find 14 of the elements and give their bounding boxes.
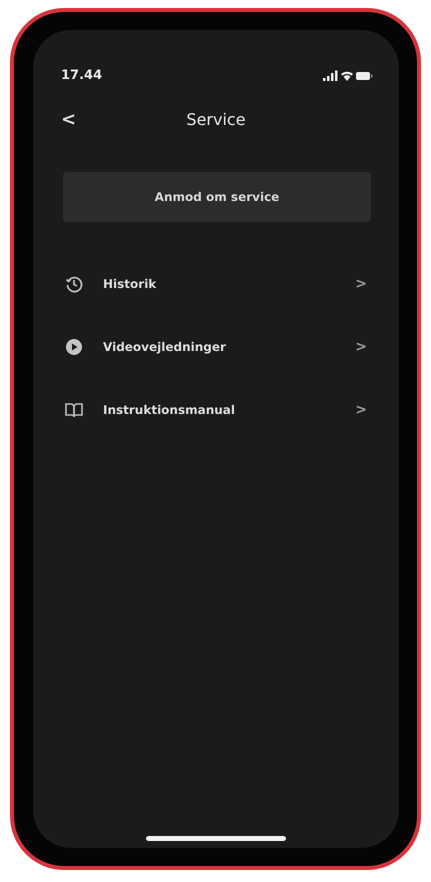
chevron-icon: > bbox=[355, 276, 367, 292]
menu-item-label[interactable]: Instruktionsmanual bbox=[103, 402, 356, 416]
request-service-button[interactable]: Anmod om service bbox=[63, 172, 371, 222]
chevron-icon: > bbox=[355, 402, 367, 418]
history-icon bbox=[65, 274, 83, 292]
chevron-icon: > bbox=[355, 338, 367, 354]
back-button[interactable]: < bbox=[59, 109, 76, 130]
book-icon bbox=[65, 402, 83, 418]
menu-item-label[interactable]: Videovejledninger bbox=[103, 340, 356, 354]
play-icon bbox=[65, 338, 83, 356]
menu-item-label[interactable]: Historik bbox=[103, 276, 356, 290]
page-title: Service bbox=[186, 110, 246, 129]
status-time: 17.44 bbox=[61, 68, 102, 83]
status-icons bbox=[323, 70, 373, 82]
